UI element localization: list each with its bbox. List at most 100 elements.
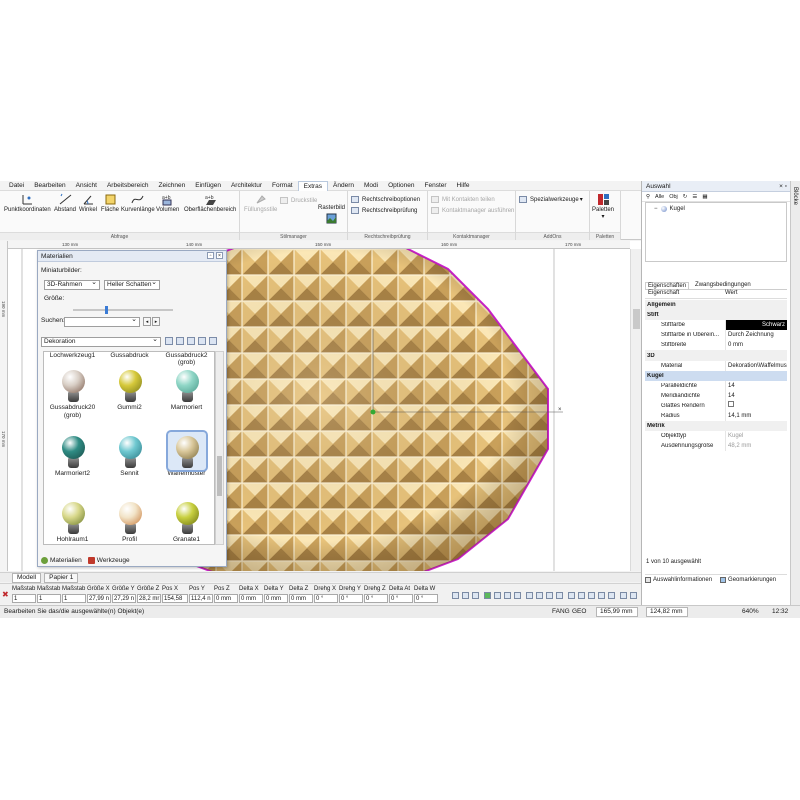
- menu-hilfe[interactable]: Hilfe: [452, 181, 475, 191]
- pin-icon[interactable]: ▫: [207, 252, 214, 259]
- coord-input[interactable]: 0 mm: [239, 594, 263, 603]
- snap-tool-icon[interactable]: [494, 592, 501, 599]
- coord-input[interactable]: 1: [62, 594, 86, 603]
- spezialwerkzeuge-dropdown[interactable]: Spezialwerkzeuge ▾: [519, 196, 583, 203]
- snap-tool-icon[interactable]: [598, 592, 605, 599]
- filter-icon[interactable]: ⚲: [646, 194, 650, 200]
- property-row[interactable]: Ausdehnungsgröße 48,2 mm: [645, 441, 787, 452]
- coord-input[interactable]: 0 °: [339, 594, 363, 603]
- menu-aendern[interactable]: Ändern: [328, 181, 359, 191]
- import-icon[interactable]: [209, 337, 217, 345]
- property-value[interactable]: 0 mm: [725, 340, 787, 351]
- coord-input[interactable]: 28,2 mr: [137, 594, 161, 603]
- cancel-icon[interactable]: ✖: [2, 590, 9, 599]
- snap-tool-icon[interactable]: [556, 592, 563, 599]
- tab-geomarkierungen[interactable]: Geomarkierungen: [720, 577, 776, 583]
- property-row[interactable]: Stiftbreite 0 mm: [645, 340, 787, 351]
- scrollbar-thumb[interactable]: [217, 456, 222, 496]
- material-item[interactable]: Marmoriert2: [44, 432, 101, 497]
- tab-modell[interactable]: Modell: [12, 572, 42, 583]
- property-category[interactable]: Stift: [645, 310, 787, 321]
- property-row[interactable]: Radius 14,1 mm: [645, 411, 787, 422]
- property-value[interactable]: 14: [725, 390, 787, 401]
- winkel-button[interactable]: Winkel: [79, 193, 97, 213]
- paletten-button[interactable]: Paletten ▾: [592, 193, 614, 220]
- property-category[interactable]: Metrik: [645, 421, 787, 432]
- coord-input[interactable]: 27,29 n: [112, 594, 136, 603]
- property-value[interactable]: Durch Zeichnung: [725, 330, 787, 341]
- menu-zeichnen[interactable]: Zeichnen: [154, 181, 191, 191]
- menu-format[interactable]: Format: [267, 181, 298, 191]
- menu-arbeitsbereich[interactable]: Arbeitsbereich: [102, 181, 154, 191]
- search-prev-button[interactable]: ◂: [143, 317, 151, 326]
- rechtschreiboptionen-button[interactable]: Rechtschreiboptionen: [351, 196, 420, 203]
- close-icon[interactable]: ×: [216, 252, 223, 259]
- coord-input[interactable]: 112,4 n: [189, 594, 213, 603]
- refresh-icon[interactable]: ↻: [683, 194, 688, 200]
- coord-input[interactable]: 0 °: [364, 594, 388, 603]
- material-item[interactable]: Sennit: [101, 432, 158, 497]
- property-value[interactable]: [725, 400, 787, 412]
- snap-tool-icon[interactable]: [452, 592, 459, 599]
- material-item[interactable]: Gussabdruck20 (grob): [44, 366, 101, 431]
- snap-tool-icon[interactable]: [630, 592, 637, 599]
- coord-input[interactable]: 154,58: [162, 594, 188, 603]
- search-input[interactable]: [64, 317, 140, 327]
- material-item[interactable]: Gummi2: [101, 366, 158, 431]
- material-label[interactable]: Gussabdruck2 (grob): [158, 352, 214, 366]
- new-material-icon[interactable]: [165, 337, 173, 345]
- edit-material-icon[interactable]: [176, 337, 184, 345]
- list-icon[interactable]: ☰: [692, 194, 697, 200]
- coord-input[interactable]: 0 °: [314, 594, 338, 603]
- coord-input[interactable]: 1: [37, 594, 61, 603]
- abstand-button[interactable]: Abstand: [54, 193, 76, 213]
- category-select[interactable]: Dekoration: [41, 337, 161, 347]
- close-icon[interactable]: × ▫: [779, 181, 787, 192]
- property-row[interactable]: Stiftfarbe in Überein... Durch Zeichnung: [645, 330, 787, 341]
- mit-kontakten-teilen-button[interactable]: Mit Kontakten teilen: [431, 196, 495, 203]
- shadow-style-select[interactable]: Heller Schatten: [104, 280, 160, 290]
- coord-input[interactable]: 1: [12, 594, 36, 603]
- rechtschreibpruefung-button[interactable]: Rechtschreibprüfung: [351, 207, 417, 214]
- tab-zwangsbedingungen[interactable]: Zwangsbedingungen: [693, 282, 753, 289]
- material-label[interactable]: Lochwerkzeug1: [44, 352, 101, 362]
- menu-modi[interactable]: Modi: [359, 181, 383, 191]
- search-next-button[interactable]: ▸: [152, 317, 160, 326]
- snap-tool-icon[interactable]: [472, 592, 479, 599]
- select-all-button[interactable]: Alle: [655, 194, 664, 200]
- volumen-button[interactable]: a+b Volumen: [156, 193, 179, 213]
- scrollbar-thumb[interactable]: [633, 309, 640, 329]
- menu-extras[interactable]: Extras: [297, 181, 329, 191]
- menu-architektur[interactable]: Architektur: [226, 181, 267, 191]
- property-row[interactable]: Material Dekoration\Waffelmus: [645, 360, 787, 371]
- property-row[interactable]: Paralleldichte 14: [645, 380, 787, 391]
- menu-bearbeiten[interactable]: Bearbeiten: [29, 181, 70, 191]
- property-value[interactable]: Dekoration\Waffelmus: [725, 360, 787, 371]
- property-value[interactable]: Kugel: [725, 431, 787, 442]
- property-category[interactable]: Kugel: [645, 370, 787, 381]
- material-item[interactable]: Marmoriert: [158, 366, 214, 431]
- property-category[interactable]: 3D: [645, 350, 787, 361]
- flaeche-button[interactable]: Fläche: [101, 193, 119, 213]
- property-value[interactable]: Schwarz: [725, 320, 787, 331]
- snap-tool-icon[interactable]: [546, 592, 553, 599]
- tab-auswahlinformationen[interactable]: Auswahlinformationen: [645, 577, 712, 583]
- menu-optionen[interactable]: Optionen: [383, 181, 419, 191]
- thumbnail-size-slider[interactable]: [73, 306, 173, 314]
- coord-input[interactable]: 27,99 n: [87, 594, 111, 603]
- tree-item-kugel[interactable]: − Kugel: [649, 206, 783, 212]
- grid-icon[interactable]: ▦: [702, 194, 707, 200]
- view-options-icon[interactable]: [198, 337, 206, 345]
- kontaktmanager-ausfuehren-button[interactable]: Kontaktmanager ausführen: [431, 207, 514, 214]
- property-value[interactable]: 14: [725, 380, 787, 391]
- snap-tool-icon[interactable]: [568, 592, 575, 599]
- checkbox[interactable]: [728, 400, 734, 407]
- tab-werkzeuge[interactable]: Werkzeuge: [87, 557, 130, 564]
- menu-ansicht[interactable]: Ansicht: [71, 181, 102, 191]
- snap-tool-icon[interactable]: [588, 592, 595, 599]
- property-row[interactable]: Stiftfarbe Schwarz: [645, 320, 787, 331]
- material-item[interactable]: Hohlraum1: [44, 498, 101, 544]
- snap-tool-icon[interactable]: [578, 592, 585, 599]
- sort-icon[interactable]: [187, 337, 195, 345]
- snap-tool-icon[interactable]: [526, 592, 533, 599]
